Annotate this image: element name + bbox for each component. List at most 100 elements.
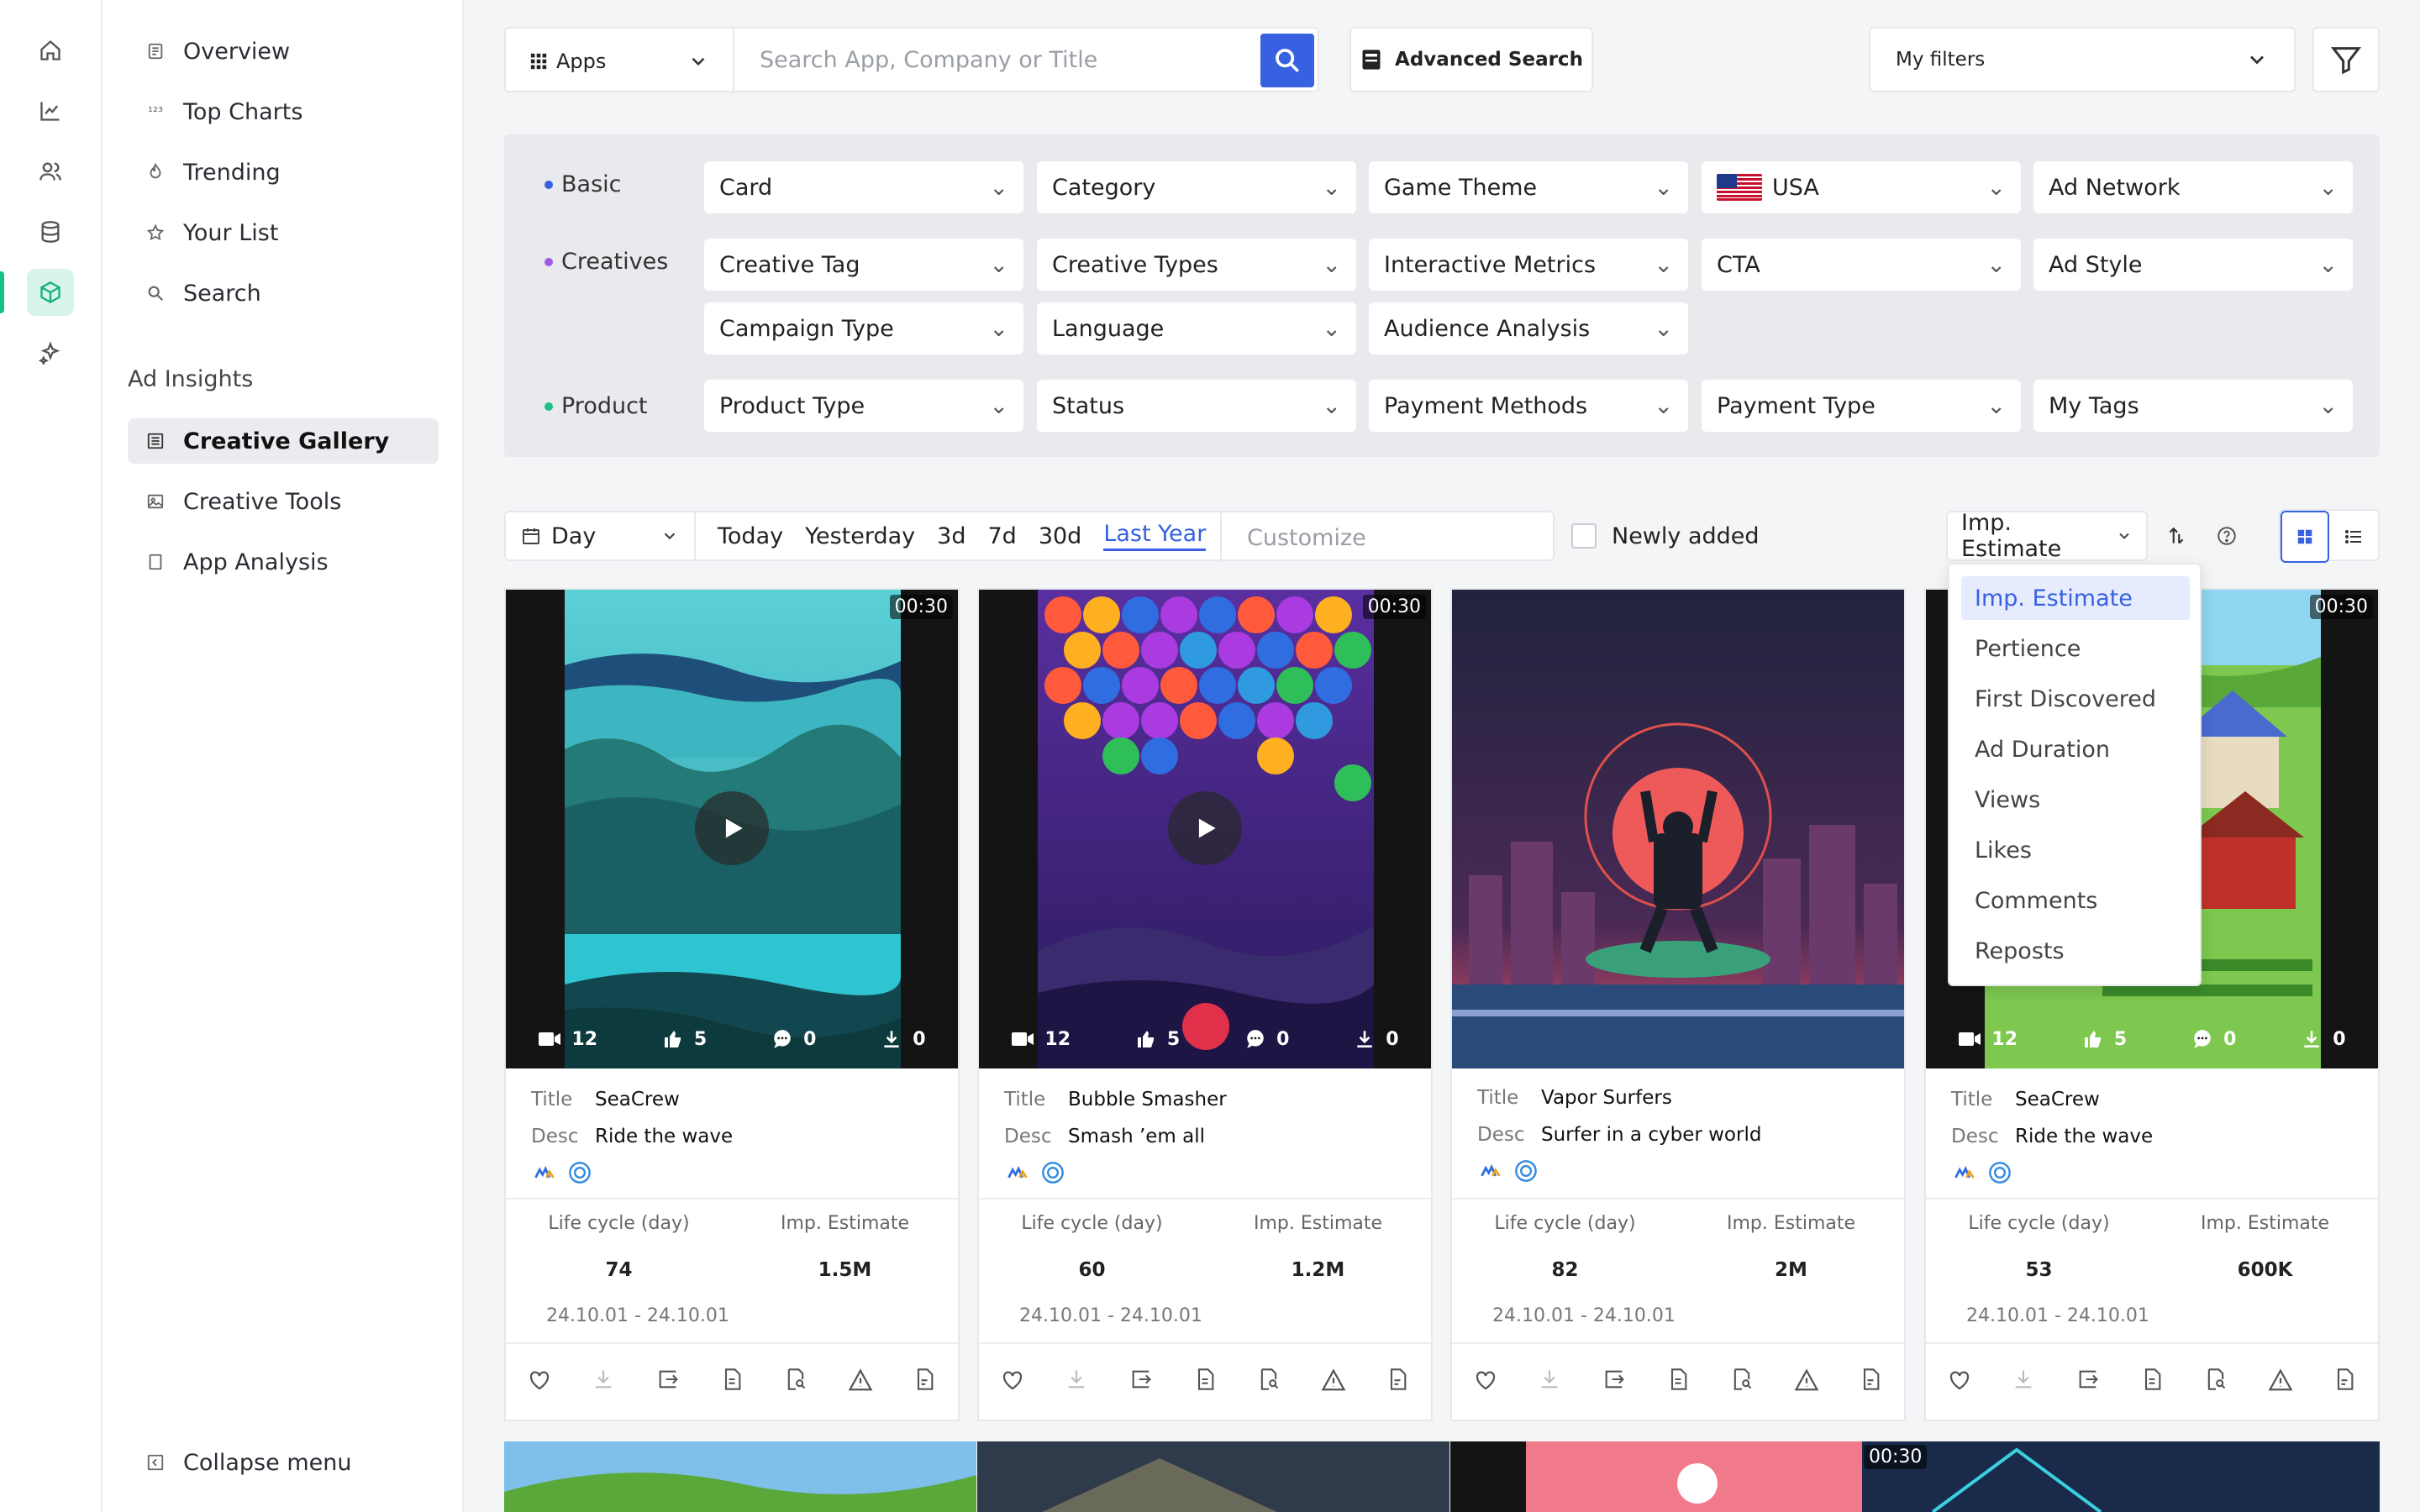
status-filter[interactable]: Status ⌄: [1037, 380, 1356, 432]
campaign-type-filter[interactable]: Campaign Type ⌄: [704, 302, 1023, 354]
interactive-metrics-filter[interactable]: Interactive Metrics ⌄: [1369, 239, 1688, 291]
download-icon[interactable]: [1528, 1368, 1571, 1393]
sort-select[interactable]: Imp. Estimate: [1946, 510, 2148, 562]
file-details-icon[interactable]: [2130, 1368, 2174, 1393]
nav-creative-tools[interactable]: Creative Tools: [128, 479, 439, 524]
option-today[interactable]: Today: [718, 523, 783, 549]
creative-card[interactable]: Title Vapor Surfers Desc Surfer in a cyber…: [1450, 588, 1906, 1421]
heart-icon[interactable]: [991, 1368, 1034, 1393]
option-3d[interactable]: 3d: [937, 523, 965, 549]
option-30d[interactable]: 30d: [1039, 523, 1082, 549]
option-yesterday[interactable]: Yesterday: [805, 523, 915, 549]
search-button[interactable]: [1260, 34, 1314, 87]
nav-top-charts[interactable]: ¹²³ Top Charts: [128, 89, 439, 134]
customize-date-input[interactable]: Customize: [1220, 512, 1555, 563]
sort-option-comments[interactable]: Comments: [1961, 879, 2190, 922]
payment-methods-filter[interactable]: Payment Methods ⌄: [1369, 380, 1688, 432]
nav-search[interactable]: Search: [128, 270, 439, 316]
product-type-filter[interactable]: Product Type ⌄: [704, 380, 1023, 432]
inspect-icon[interactable]: [774, 1368, 818, 1393]
warning-icon[interactable]: [2259, 1368, 2302, 1393]
file-details-icon[interactable]: [1183, 1368, 1227, 1393]
sort-option-first-discovered[interactable]: First Discovered: [1961, 677, 2190, 721]
inspect-icon[interactable]: [1247, 1368, 1291, 1393]
chart-icon[interactable]: [27, 87, 74, 134]
sort-order-icon[interactable]: [2160, 519, 2193, 553]
option-7d[interactable]: 7d: [988, 523, 1017, 549]
export-icon[interactable]: [1119, 1368, 1163, 1393]
nav-overview[interactable]: Overview: [128, 29, 439, 74]
sort-option-reposts[interactable]: Reposts: [1961, 929, 2190, 973]
language-filter[interactable]: Language ⌄: [1037, 302, 1356, 354]
nav-app-analysis[interactable]: App Analysis: [128, 539, 439, 585]
my-filters-select[interactable]: My filters: [1869, 27, 2296, 92]
home-icon[interactable]: [27, 27, 74, 74]
nav-trending[interactable]: Trending: [128, 150, 439, 195]
report-icon[interactable]: [1849, 1368, 1892, 1393]
creative-thumbnail[interactable]: [1452, 590, 1904, 1068]
collapse-menu-button[interactable]: Collapse menu: [128, 1440, 439, 1485]
warning-icon[interactable]: [1312, 1368, 1355, 1393]
advanced-search-button[interactable]: Advanced Search: [1349, 27, 1593, 92]
apps-select[interactable]: Apps: [506, 29, 734, 94]
cta-filter[interactable]: CTA ⌄: [1702, 239, 2021, 291]
card-filter[interactable]: Card ⌄: [704, 161, 1023, 213]
nav-creative-gallery[interactable]: Creative Gallery: [128, 418, 439, 464]
file-details-icon[interactable]: [1656, 1368, 1700, 1393]
export-icon[interactable]: [646, 1368, 690, 1393]
report-icon[interactable]: [902, 1368, 946, 1393]
export-icon[interactable]: [1592, 1368, 1636, 1393]
newly-added-checkbox[interactable]: [1571, 523, 1597, 549]
play-button[interactable]: [695, 791, 769, 865]
sort-option-pertience[interactable]: Pertience: [1961, 627, 2190, 670]
report-icon[interactable]: [1376, 1368, 1419, 1393]
export-icon[interactable]: [2066, 1368, 2110, 1393]
creative-card[interactable]: 00:30 12 5 0 0 Title Bubble Smasher Desc S…: [977, 588, 1433, 1421]
download-icon[interactable]: [1055, 1368, 1098, 1393]
sidebar: Overview ¹²³ Top Charts Trending Your Li…: [103, 0, 464, 1512]
file-details-icon[interactable]: [710, 1368, 754, 1393]
game-theme-filter[interactable]: Game Theme ⌄: [1369, 161, 1688, 213]
inspect-icon[interactable]: [2194, 1368, 2238, 1393]
newly-added-toggle[interactable]: Newly added: [1571, 511, 1760, 561]
filter-button[interactable]: [2312, 27, 2380, 92]
creative-thumbnail[interactable]: 00:30 12 5 0 0: [979, 590, 1431, 1068]
grid-view-icon[interactable]: [2281, 511, 2330, 563]
period-select[interactable]: Day: [506, 511, 696, 561]
sort-option-imp-estimate[interactable]: Imp. Estimate: [1961, 576, 2190, 620]
creative-types-filter[interactable]: Creative Types ⌄: [1037, 239, 1356, 291]
heart-icon[interactable]: [518, 1368, 561, 1393]
help-icon[interactable]: [2210, 519, 2244, 553]
creative-card[interactable]: 00:30 12 5 0 0 Title SeaCrew Desc Ride the…: [504, 588, 960, 1421]
ad-style-filter[interactable]: Ad Style ⌄: [2033, 239, 2353, 291]
database-icon[interactable]: [27, 208, 74, 255]
creative-thumbnail[interactable]: 00:30 12 5 0 0: [506, 590, 958, 1068]
category-filter[interactable]: Category ⌄: [1037, 161, 1356, 213]
sort-option-ad-duration[interactable]: Ad Duration: [1961, 727, 2190, 771]
inspect-icon[interactable]: [1720, 1368, 1764, 1393]
option-last-year[interactable]: Last Year: [1103, 521, 1207, 551]
heart-icon[interactable]: [1938, 1368, 1981, 1393]
report-icon[interactable]: [2323, 1368, 2366, 1393]
users-icon[interactable]: [27, 148, 74, 195]
warning-icon[interactable]: [839, 1368, 882, 1393]
payment-type-filter[interactable]: Payment Type ⌄: [1702, 380, 2021, 432]
list-view-icon[interactable]: [2329, 511, 2378, 563]
next-row-thumbnails[interactable]: 00:30: [504, 1441, 2380, 1512]
my-tags-filter[interactable]: My Tags ⌄: [2033, 380, 2353, 432]
heart-icon[interactable]: [1464, 1368, 1507, 1393]
play-button[interactable]: [1168, 791, 1242, 865]
ad-insights-icon[interactable]: [27, 269, 74, 316]
sort-option-likes[interactable]: Likes: [1961, 828, 2190, 872]
sort-option-views[interactable]: Views: [1961, 778, 2190, 822]
sparkle-icon[interactable]: [27, 329, 74, 376]
country-filter[interactable]: USA ⌄: [1702, 161, 2021, 213]
creative-tag-filter[interactable]: Creative Tag ⌄: [704, 239, 1023, 291]
nav-your-list[interactable]: Your List: [128, 210, 439, 255]
download-icon[interactable]: [2002, 1368, 2045, 1393]
warning-icon[interactable]: [1785, 1368, 1828, 1393]
ad-network-filter[interactable]: Ad Network ⌄: [2033, 161, 2353, 213]
audience-analysis-filter[interactable]: Audience Analysis ⌄: [1369, 302, 1688, 354]
search-input[interactable]: Search App, Company or Title: [734, 29, 1318, 91]
download-icon[interactable]: [581, 1368, 625, 1393]
